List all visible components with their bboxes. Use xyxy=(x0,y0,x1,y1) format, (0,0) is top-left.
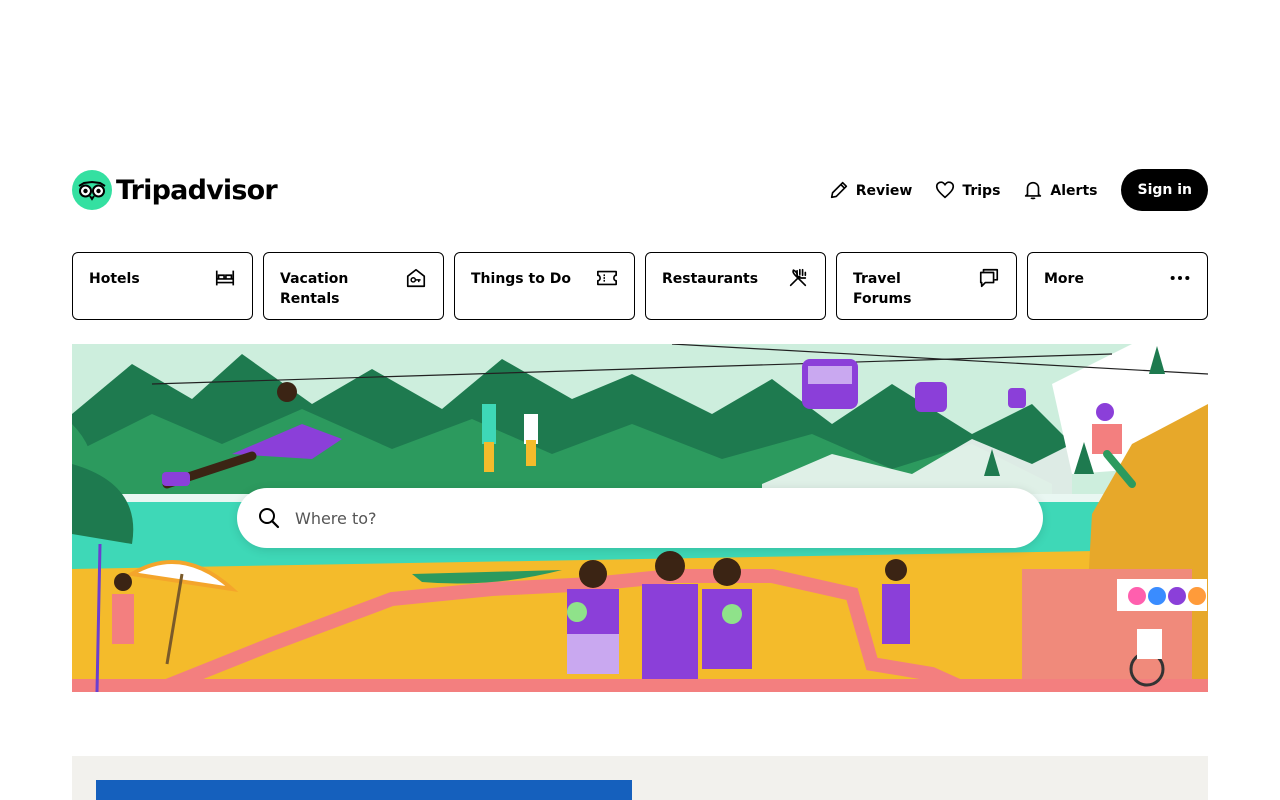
search-input[interactable] xyxy=(293,507,997,529)
category-nav: Hotels Vacation Rentals Things to Do Res… xyxy=(72,252,1208,320)
sign-in-button[interactable]: Sign in xyxy=(1121,169,1208,211)
house-key-icon xyxy=(406,268,426,288)
category-more[interactable]: More xyxy=(1027,252,1208,320)
more-dots-icon xyxy=(1170,275,1190,281)
search-icon xyxy=(259,508,280,529)
logo-wordmark: Tripadvisor xyxy=(116,174,278,206)
heart-icon xyxy=(936,181,955,199)
pencil-icon xyxy=(830,181,847,199)
alerts-link[interactable]: Alerts xyxy=(1022,179,1097,201)
chat-bubbles-icon xyxy=(979,268,999,288)
promo-banner[interactable] xyxy=(96,780,632,800)
trips-link[interactable]: Trips xyxy=(934,179,1000,201)
category-restaurants[interactable]: Restaurants xyxy=(645,252,826,320)
category-vacation-rentals[interactable]: Vacation Rentals xyxy=(263,252,444,320)
trips-label: Trips xyxy=(962,183,1001,199)
ticket-icon xyxy=(597,270,617,286)
category-label: Things to Do xyxy=(471,271,571,287)
bell-icon xyxy=(1025,181,1042,200)
owl-logo-icon xyxy=(72,170,112,210)
bed-icon xyxy=(215,270,235,286)
review-link[interactable]: Review xyxy=(828,179,913,201)
category-label: Vacation Rentals xyxy=(280,271,349,307)
alerts-label: Alerts xyxy=(1050,183,1098,199)
category-hotels[interactable]: Hotels xyxy=(72,252,253,320)
category-things-to-do[interactable]: Things to Do xyxy=(454,252,635,320)
search-bar[interactable] xyxy=(237,488,1043,548)
category-label: More xyxy=(1044,271,1084,287)
header-actions: Review Trips Alerts Sign in xyxy=(828,169,1208,211)
tripadvisor-logo[interactable]: Tripadvisor xyxy=(72,170,278,210)
site-header: Tripadvisor Review Trips Alerts Sign in xyxy=(72,168,1208,212)
category-label: Restaurants xyxy=(662,271,759,287)
review-label: Review xyxy=(855,183,913,199)
category-label: Hotels xyxy=(89,271,140,287)
fork-knife-icon xyxy=(789,268,807,287)
category-travel-forums[interactable]: Travel Forums xyxy=(836,252,1017,320)
category-label: Travel Forums xyxy=(853,271,912,307)
